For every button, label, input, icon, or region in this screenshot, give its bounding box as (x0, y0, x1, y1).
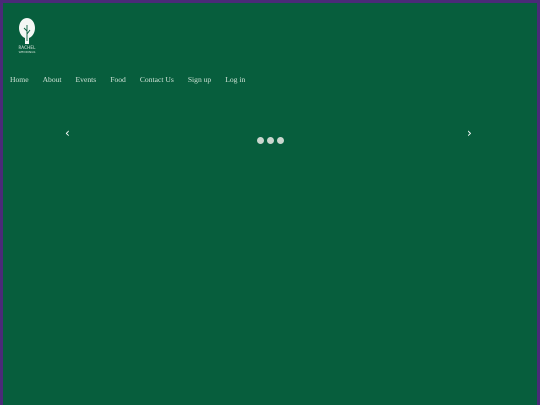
nav-item-home[interactable]: Home (10, 75, 29, 84)
nav-item-food[interactable]: Food (110, 75, 126, 84)
carousel-prev-arrow-icon[interactable]: ‹ (65, 125, 70, 141)
carousel-dot-1[interactable] (257, 137, 264, 144)
carousel-dot-2[interactable] (267, 137, 274, 144)
nav-item-events[interactable]: Events (76, 75, 97, 84)
nav-item-about[interactable]: About (43, 75, 62, 84)
page-background: RACHEL WEDDINGS Home About Events Food C… (3, 3, 537, 405)
logo-brand-tagline: WEDDINGS (18, 50, 36, 54)
carousel-next-arrow-icon[interactable]: › (467, 125, 472, 141)
nav-item-contact-us[interactable]: Contact Us (140, 75, 174, 84)
nav-item-log-in[interactable]: Log in (225, 75, 245, 84)
main-navigation: Home About Events Food Contact Us Sign u… (3, 70, 252, 88)
carousel-dot-3[interactable] (277, 137, 284, 144)
nav-item-sign-up[interactable]: Sign up (188, 75, 211, 84)
carousel-indicators (257, 137, 284, 144)
site-logo[interactable]: RACHEL WEDDINGS (14, 17, 40, 57)
tree-logo-icon (19, 18, 35, 44)
